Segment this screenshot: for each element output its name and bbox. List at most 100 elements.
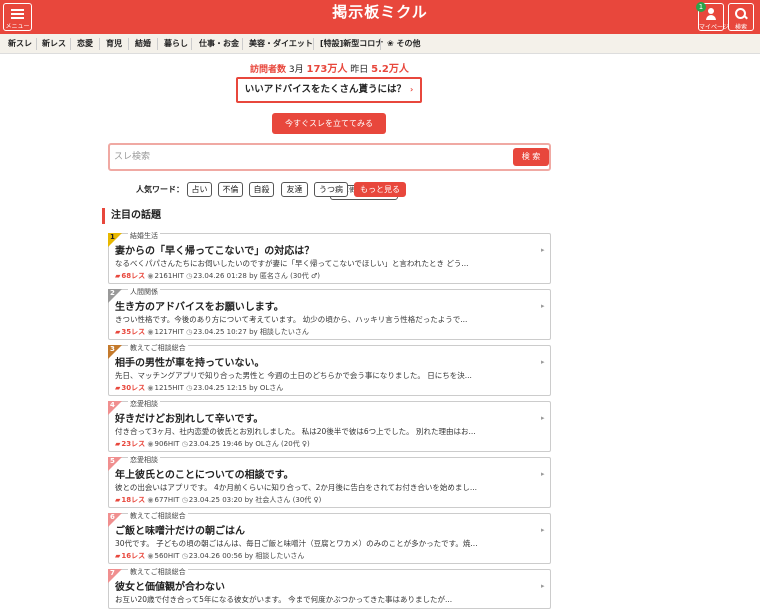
clock-icon: ◷ (181, 552, 188, 560)
reply-count: 16レス (121, 552, 146, 560)
header-search-button[interactable]: 検索 (728, 3, 754, 31)
hit-count: 560HIT (154, 552, 180, 560)
nav-beauty-diet[interactable]: 美容・ダイエット (249, 34, 313, 54)
rank-number: 5 (110, 457, 115, 465)
section-title: 注目の話題 (102, 208, 551, 224)
topic-category: 教えてご相談総合 (128, 512, 188, 521)
rank-number: 6 (110, 513, 115, 521)
topic-card[interactable]: 4 恋愛相談 好きだけどお別れして辛いです。 付き合って3ヶ月、社内恋愛の彼氏と… (108, 400, 551, 452)
topic-card[interactable]: 1 結婚生活 妻からの「早く帰ってこないで」の対応は？ なるべくパパさんたちにお… (108, 232, 551, 284)
mypage-label: マイページ (699, 24, 729, 31)
menu-button[interactable]: メニュー (3, 3, 32, 31)
reply-count: 35レス (121, 328, 146, 336)
nav-divider (242, 38, 243, 50)
popular-more-button[interactable]: もっと見る (354, 182, 406, 197)
post-author: by OLさん (20代 ♀) (244, 440, 310, 448)
topic-card[interactable]: 6 教えてご相談総合 ご飯と味噌汁だけの朝ごはん 30代です。 子どもの頃の朝ご… (108, 512, 551, 564)
rank-number: 3 (110, 345, 115, 353)
reply-icon: ▰ (115, 328, 121, 336)
topic-card[interactable]: 7 教えてご相談総合 彼女と価値観が合わない お互い20歳で付き合って5年になる… (108, 568, 551, 609)
post-author: by 社会人さん (30代 ♀) (244, 496, 322, 504)
visitor-yesterday-count: 5.2万人 (371, 64, 409, 75)
topic-title[interactable]: 相手の男性が車を持っていない。 (115, 354, 265, 369)
topic-card[interactable]: 3 教えてご相談総合 相手の男性が車を持っていない。 先日、マッチングアプリで知… (108, 344, 551, 396)
topic-meta: ▰23レス ◉906HIT ◷23.04.25 19:46 by OLさん (2… (115, 439, 310, 449)
reply-icon: ▰ (115, 552, 121, 560)
rank-number: 4 (110, 401, 115, 409)
topic-excerpt: なるべくパパさんたちにお伺いしたいのですが妻に「早く帰ってこないでほしい」と言わ… (115, 259, 469, 268)
nav-work-money[interactable]: 仕事・お金 (199, 34, 239, 54)
eye-icon: ◉ (147, 552, 154, 560)
topic-category: 恋愛相談 (128, 400, 160, 409)
topic-category: 恋愛相談 (128, 456, 160, 465)
topic-title[interactable]: ご飯と味噌汁だけの朝ごはん (115, 522, 245, 537)
search-icon (735, 8, 747, 20)
topic-title[interactable]: 妻からの「早く帰ってこないで」の対応は？ (115, 242, 314, 257)
post-date: 23.04.25 03:20 (188, 496, 243, 504)
site-logo[interactable]: 自分に使える私の居場所 掲示板ミクル (330, 3, 430, 200)
hit-count: 2161HIT (154, 272, 184, 280)
nav-parenting[interactable]: 育児 (106, 34, 122, 54)
reply-count: 30レス (121, 384, 146, 392)
chevron-right-icon: ▸ (541, 358, 545, 366)
topic-title[interactable]: 彼女と価値観が合わない (115, 578, 225, 593)
visitor-yesterday-label: 昨日 (350, 65, 369, 75)
topic-meta: ▰30レス ◉1215HIT ◷23.04.25 12:15 by OLさん (115, 383, 283, 393)
popular-tag-suicide[interactable]: 自殺 (249, 182, 274, 197)
visitor-month-count: 173万人 (306, 64, 348, 75)
reply-icon: ▰ (115, 440, 121, 448)
topic-excerpt: 30代です。 子どもの頃の朝ごはんは、毎日ご飯と味噌汁（豆腐とワカメ）のみのこと… (115, 539, 478, 548)
popular-words-label: 人気ワード： (136, 185, 184, 194)
topic-excerpt: きつい性格です。今後のあり方について考えています。 幼少の頃から、ハッキリ言う性… (115, 315, 468, 324)
eye-icon: ◉ (147, 328, 154, 336)
reply-icon: ▰ (115, 384, 121, 392)
popular-tag-friends[interactable]: 友達 (281, 182, 308, 197)
nav-divider (36, 38, 37, 50)
topic-title[interactable]: 生き方のアドバイスをお願いします。 (115, 298, 284, 313)
site-header: メニュー 自分に使える私の居場所 掲示板ミクル マイページ 1 検索 (0, 0, 760, 200)
nav-new-threads[interactable]: 新スレ (8, 34, 32, 54)
thread-search-button[interactable]: 検 索 (513, 148, 549, 166)
hit-count: 1217HIT (154, 328, 184, 336)
nav-covid[interactable]: [特設]新型コロナ (320, 34, 383, 54)
post-date: 23.04.26 01:28 (193, 272, 247, 280)
nav-other[interactable]: ❀ その他 (387, 34, 421, 54)
hamburger-icon (11, 9, 24, 19)
topic-meta: ▰68レス ◉2161HIT ◷23.04.26 01:28 by 匿名さん (… (115, 271, 320, 281)
visitor-label: 訪問者数 (250, 65, 287, 75)
reply-icon: ▰ (115, 272, 121, 280)
eye-icon: ◉ (147, 440, 154, 448)
hit-count: 906HIT (154, 440, 180, 448)
topic-card[interactable]: 5 恋愛相談 年上彼氏とのことについての相談です。 彼との出会いはアプリです。 … (108, 456, 551, 508)
topic-category: 教えてご相談総合 (128, 568, 188, 577)
nav-divider (191, 38, 192, 50)
user-icon (705, 8, 717, 20)
topic-card[interactable]: 2 人間関係 生き方のアドバイスをお願いします。 きつい性格です。今後のあり方に… (108, 288, 551, 340)
rank-number: 1 (110, 233, 115, 241)
nav-marriage[interactable]: 結婚 (135, 34, 151, 54)
chevron-right-icon: ▸ (541, 526, 545, 534)
popular-tag-fortune[interactable]: 占い (187, 182, 212, 197)
nav-new-replies[interactable]: 新レス (42, 34, 66, 54)
topic-title[interactable]: 好きだけどお別れして辛いです。 (115, 410, 263, 425)
post-author: by OLさん (249, 384, 284, 392)
nav-divider (313, 38, 314, 50)
eye-icon: ◉ (147, 384, 154, 392)
popular-tag-depression[interactable]: うつ病 (314, 182, 348, 197)
nav-divider (128, 38, 129, 50)
chevron-right-icon: ▸ (541, 246, 545, 254)
nav-divider (380, 38, 381, 50)
topic-meta: ▰16レス ◉560HIT ◷23.04.26 00:56 by 相談したいさん (115, 551, 304, 561)
post-author: by 相談したいさん (249, 328, 309, 336)
nav-love[interactable]: 恋愛 (77, 34, 93, 54)
topic-title[interactable]: 年上彼氏とのことについての相談です。 (115, 466, 294, 481)
new-thread-button[interactable]: 今すぐスレを立ててみる (272, 113, 386, 134)
topic-meta: ▰18レス ◉677HIT ◷23.04.25 03:20 by 社会人さん (… (115, 495, 321, 505)
nav-divider (157, 38, 158, 50)
advice-link[interactable]: いいアドバイスをたくさん貰うには？ › (236, 77, 422, 103)
eye-icon: ◉ (147, 272, 154, 280)
nav-living[interactable]: 暮らし (164, 34, 188, 54)
popular-tag-affair[interactable]: 不倫 (218, 182, 243, 197)
site-name: 掲示板ミクル (332, 3, 428, 21)
thread-search-input[interactable]: スレ検索 (114, 149, 504, 165)
